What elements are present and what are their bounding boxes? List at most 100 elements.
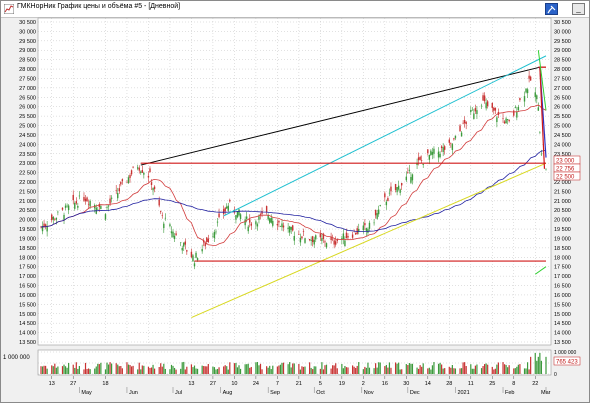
- candle-body: [213, 232, 216, 239]
- candle-body: [408, 169, 411, 171]
- y-tick-right: 20 500: [554, 208, 571, 214]
- candle-body: [272, 220, 274, 226]
- volume-bar: [40, 366, 42, 374]
- y-tick-right: 24 500: [554, 133, 571, 139]
- volume-bar: [410, 363, 412, 374]
- volume-bar: [497, 362, 500, 374]
- volume-bar: [433, 362, 435, 374]
- y-tick-right: 26 500: [554, 95, 571, 101]
- chart-area[interactable]: 30 50030 00029 50029 00028 50028 00027 5…: [1, 17, 589, 403]
- volume-bar: [503, 364, 506, 374]
- candle-body: [523, 96, 526, 102]
- candle-body: [506, 119, 509, 120]
- volume-bar: [153, 368, 156, 374]
- candle-body: [399, 189, 401, 193]
- y-tick-left: 29 000: [19, 48, 36, 54]
- candle-body: [120, 181, 122, 185]
- volume-bar: [390, 367, 392, 374]
- volume-bar: [68, 362, 70, 374]
- volume-bar: [183, 361, 185, 374]
- candle-body: [374, 209, 377, 216]
- volume-bar: [63, 364, 65, 374]
- volume-bar: [57, 366, 59, 374]
- candle-body: [258, 216, 260, 220]
- candle-body: [354, 233, 357, 235]
- candle-body: [379, 205, 381, 207]
- volume-bar: [138, 362, 140, 374]
- y-tick-right: 30 500: [554, 20, 571, 26]
- volume-bar: [437, 363, 440, 374]
- volume-bar: [525, 368, 527, 374]
- minimize-button[interactable]: _: [572, 3, 585, 15]
- volume-bar: [117, 364, 119, 374]
- volume-bar: [140, 369, 142, 374]
- candle-body: [528, 75, 530, 79]
- volume-bar: [51, 365, 53, 374]
- candle-body: [278, 220, 280, 223]
- y-tick-right: 14 500: [554, 321, 571, 327]
- candle-body: [276, 223, 279, 226]
- pin-button[interactable]: [545, 3, 558, 15]
- candle-body: [265, 206, 268, 213]
- chart-window: ГМКНорНик График цены и объёма #5 - [Дне…: [0, 0, 590, 403]
- volume-bar: [258, 365, 260, 374]
- volume-bar: [175, 369, 177, 374]
- volume-bar: [66, 367, 68, 374]
- volume-bar: [304, 366, 306, 374]
- candle-body: [480, 105, 483, 107]
- volume-bar: [376, 367, 378, 374]
- volume-bar: [427, 368, 429, 374]
- x-month-label: Mar: [541, 390, 551, 396]
- candle-body: [545, 169, 547, 171]
- y-tick-left: 20 000: [19, 218, 36, 224]
- candle-body: [474, 108, 477, 112]
- y-tick-left: 16 500: [19, 284, 36, 290]
- candle-body: [104, 214, 107, 220]
- volume-bar: [416, 367, 418, 374]
- candle-body: [493, 107, 495, 111]
- candle-body: [302, 231, 305, 233]
- candle-body: [460, 132, 463, 137]
- candle-body: [127, 177, 130, 184]
- volume-bar: [309, 362, 311, 374]
- y-tick-right: 19 000: [554, 236, 571, 242]
- volume-bar: [368, 367, 371, 374]
- y-tick-right: 20 000: [554, 218, 571, 224]
- volume-bar: [184, 369, 186, 374]
- x-month-label: Aug: [223, 390, 233, 396]
- candle-body: [362, 225, 365, 231]
- candle-body: [175, 233, 177, 236]
- volume-bar: [385, 364, 387, 374]
- candle-body: [534, 92, 536, 98]
- volume-bar: [508, 365, 510, 374]
- volume-left-label: 1 000 000: [3, 355, 30, 361]
- candle-body: [250, 223, 252, 226]
- candle-body: [282, 225, 285, 228]
- y-tick-left: 25 000: [19, 124, 36, 130]
- volume-bar: [519, 364, 521, 374]
- volume-bar: [310, 367, 312, 374]
- volume-bar: [87, 368, 90, 374]
- candle-body: [137, 167, 139, 169]
- candle-body: [172, 231, 174, 238]
- candle-body: [298, 234, 300, 235]
- volume-bar: [301, 366, 303, 374]
- candle-body: [373, 222, 375, 224]
- y-tick-right: 24 000: [554, 142, 571, 148]
- volume-bar: [98, 364, 100, 374]
- volume-bar: [342, 368, 344, 374]
- title-bar[interactable]: ГМКНорНик График цены и объёма #5 - [Дне…: [1, 1, 589, 18]
- volume-bar: [444, 368, 446, 374]
- price-panel[interactable]: [37, 17, 552, 346]
- candle-body: [364, 223, 366, 226]
- candle-body: [299, 237, 302, 243]
- candle-body: [158, 199, 160, 206]
- pin-icon: [547, 5, 556, 14]
- candle-body: [401, 182, 403, 186]
- candle-body: [249, 219, 251, 223]
- volume-bar: [545, 356, 547, 374]
- candle-body: [427, 149, 429, 154]
- candle-body: [161, 215, 163, 216]
- volume-bar: [534, 352, 536, 374]
- volume-bar: [325, 364, 328, 374]
